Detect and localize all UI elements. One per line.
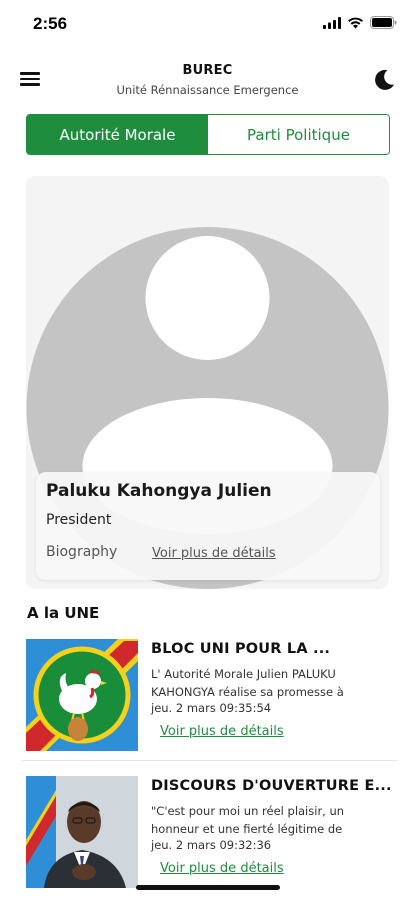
status-icons	[323, 16, 397, 29]
news-excerpt: "C'est pour moi un réel plaisir, un honn…	[151, 804, 345, 836]
home-indicator	[136, 885, 280, 890]
status-time: 2:56	[33, 14, 68, 33]
news-item[interactable]: BLOC UNI POUR LA ... L' Autorité Morale …	[26, 639, 396, 757]
profile-details-link[interactable]: Voir plus de détails	[152, 546, 276, 561]
profile-role: President	[46, 512, 112, 528]
moon-icon[interactable]	[371, 67, 397, 93]
news-thumbnail	[26, 639, 138, 751]
app-header: BUREC Unité Rénnaissance Emergence	[0, 55, 415, 105]
tab-parti-politique[interactable]: Parti Politique	[208, 115, 389, 154]
tab-autorite-morale[interactable]: Autorité Morale	[27, 115, 208, 154]
speaker-photo-image	[26, 776, 138, 888]
section-title: A la UNE	[27, 604, 100, 622]
status-bar: 2:56	[0, 0, 415, 50]
profile-name: Paluku Kahongya Julien	[46, 481, 272, 501]
wifi-icon	[348, 17, 363, 28]
profile-card: Paluku Kahongya Julien President Biograp…	[26, 176, 389, 589]
news-date: jeu. 2 mars 09:32:36	[151, 838, 272, 852]
rooster-logo-image	[26, 639, 138, 751]
signal-icon	[323, 16, 341, 29]
app-subtitle: Unité Rénnaissance Emergence	[116, 83, 299, 97]
battery-icon	[370, 16, 397, 29]
news-title: DISCOURS D'OUVERTURE E...	[151, 778, 391, 794]
profile-info-box: Paluku Kahongya Julien President Biograp…	[36, 472, 380, 580]
app-title: BUREC	[182, 63, 233, 78]
news-item[interactable]: DISCOURS D'OUVERTURE E... "C'est pour mo…	[26, 776, 396, 894]
news-date: jeu. 2 mars 09:35:54	[151, 701, 272, 715]
divider	[22, 760, 397, 761]
news-details-link[interactable]: Voir plus de détails	[160, 861, 284, 876]
segmented-tabs: Autorité Morale Parti Politique	[26, 114, 390, 155]
news-details-link[interactable]: Voir plus de détails	[160, 724, 284, 739]
news-title: BLOC UNI POUR LA ...	[151, 641, 331, 657]
biography-label: Biography	[46, 544, 118, 560]
news-excerpt: L' Autorité Morale Julien PALUKU KAHONGY…	[151, 667, 344, 699]
news-thumbnail	[26, 776, 138, 888]
